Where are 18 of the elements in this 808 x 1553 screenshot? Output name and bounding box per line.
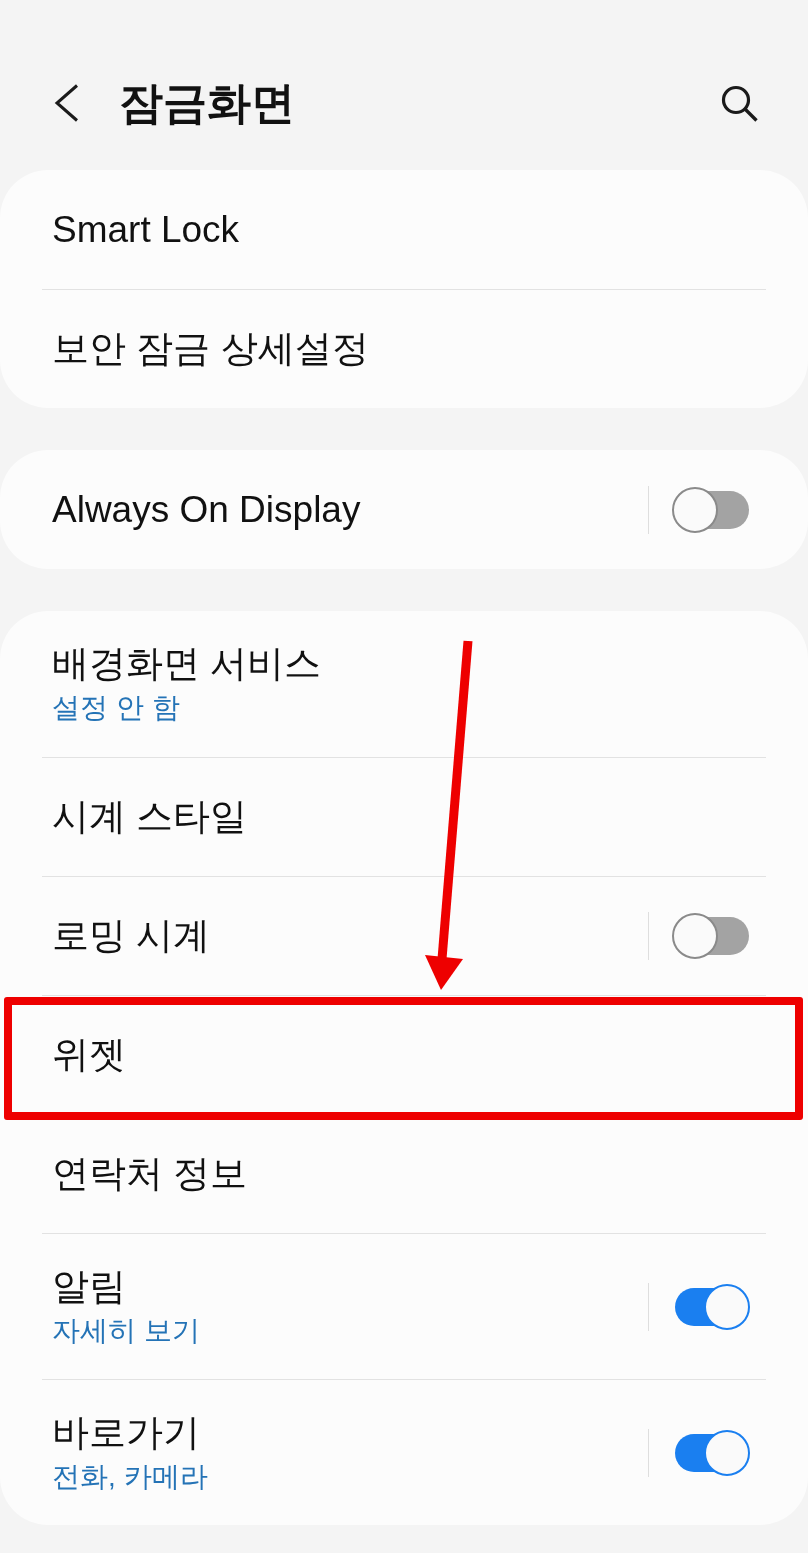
page-title: 잠금화면 [119,77,295,129]
setting-subtitle: 자세히 보기 [52,1313,200,1348]
setting-title[interactable]: 알림 [52,1263,126,1310]
setting-subtitle: 설정 안 함 [52,691,180,725]
search-icon[interactable] [721,84,758,122]
setting-title[interactable]: 보안 잠금 상세설정 [52,326,369,372]
setting-title[interactable]: Always On Display [52,486,361,533]
setting-title[interactable]: 위젯 [52,1032,126,1078]
setting-subtitle: 전화, 카메라 [52,1459,208,1494]
setting-title[interactable]: 배경화면 서비스 [52,641,322,687]
toggle-switch[interactable] [672,486,750,533]
back-icon[interactable] [54,84,79,122]
setting-title[interactable]: 로밍 시계 [52,913,211,959]
setting-title[interactable]: 연락처 정보 [52,1151,248,1197]
setting-title[interactable]: 바로가기 [52,1409,200,1456]
setting-title[interactable]: 시계 스타일 [52,794,248,840]
setting-title[interactable]: Smart Lock [52,206,240,253]
toggle-switch[interactable] [672,913,750,959]
